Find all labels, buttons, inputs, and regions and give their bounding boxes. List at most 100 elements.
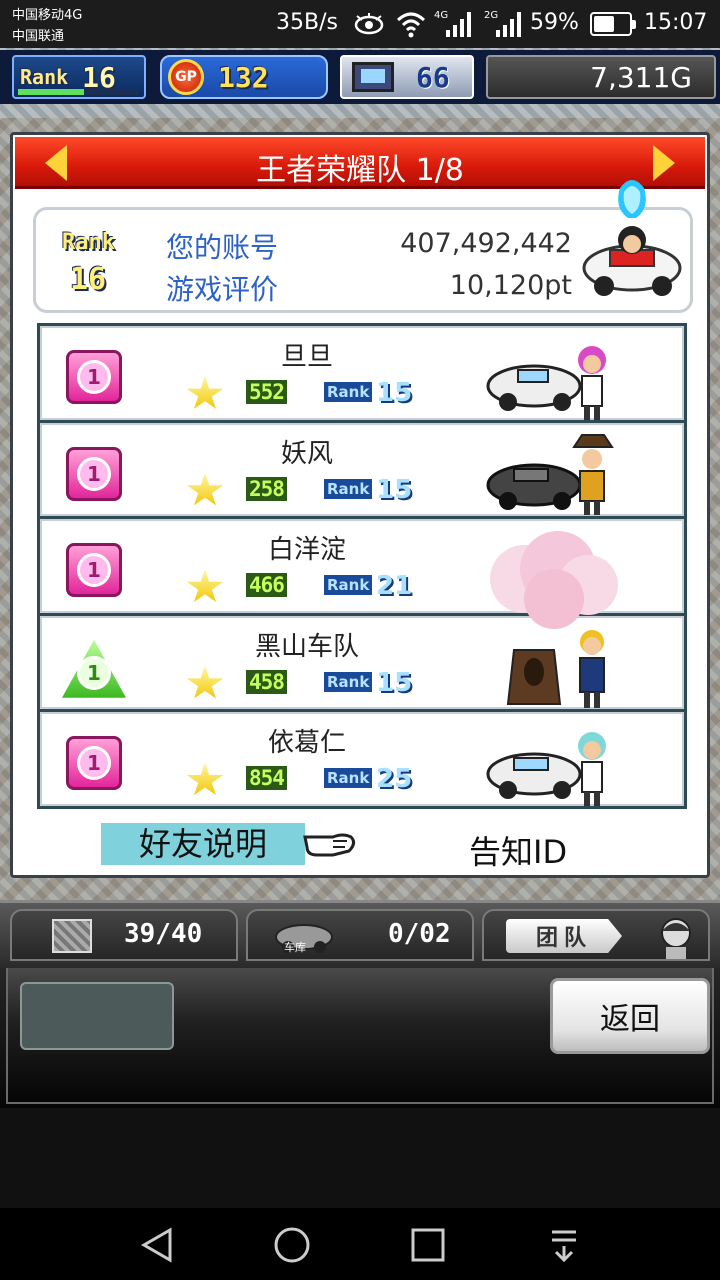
friend-help-button[interactable]: 好友说明 <box>101 823 305 865</box>
friend-rank-value: 15 <box>376 474 413 505</box>
friend-score: 466 <box>246 573 287 598</box>
friend-name: 旦旦 <box>280 342 333 372</box>
wifi-icon <box>396 12 426 38</box>
signal-4g-icon: 4G <box>434 10 471 37</box>
bottom-panel-inner: 返回 <box>6 968 714 1104</box>
garage-slot[interactable]: 车库 0/02 <box>246 909 474 961</box>
friend-rank-label: Rank <box>324 478 373 499</box>
net-speed: 35B/s <box>276 10 338 35</box>
storage-slot[interactable]: 39/40 <box>10 909 238 961</box>
back-triangle-icon[interactable] <box>138 1226 178 1264</box>
level-badge: 1 <box>62 639 126 698</box>
friend-row[interactable]: 1 妖风 258 Rank 15 <box>40 422 684 517</box>
eye-icon <box>354 13 384 35</box>
account-panel: Rank 16 您的账号 游戏评价 407,492,442 10,120pt <box>33 180 693 313</box>
friend-list: 1 旦旦 552 Rank 15 1 妖风 258 Rank 15 1 白洋淀 … <box>37 323 687 809</box>
friend-rank-label: Rank <box>324 575 373 596</box>
team-face-icon <box>661 918 691 959</box>
team-dialog: 王者荣耀队 1/8 Rank 16 您的账号 游戏评价 407,492,442 … <box>10 132 710 878</box>
friend-score: 552 <box>246 380 287 404</box>
rank-progress-fill <box>18 89 84 95</box>
level-badge-value: 1 <box>77 746 111 781</box>
battery-icon <box>590 12 636 36</box>
pointing-hand-icon <box>303 833 356 857</box>
account-rank-label: Rank <box>62 230 115 255</box>
garage-count: 0/02 <box>388 919 451 949</box>
star-icon <box>186 665 224 699</box>
notification-pulldown-icon[interactable] <box>544 1226 584 1264</box>
status-bar: 中国移动4G 中国联通 35B/s 4G 2G 59% 15:07 <box>0 0 720 48</box>
team-slot[interactable]: 团队 <box>482 909 710 961</box>
friend-rank-value: 15 <box>376 667 413 698</box>
account-id-label: 您的账号 <box>166 231 279 264</box>
computer-icon <box>352 62 394 92</box>
gp-coin-icon: GP <box>168 59 204 95</box>
garage-label: 车库 <box>284 941 306 954</box>
friend-name: 黑山车队 <box>254 631 359 662</box>
friend-rank-value: 15 <box>376 378 413 408</box>
friend-name: 妖风 <box>280 438 333 469</box>
empty-slot[interactable] <box>20 982 174 1050</box>
rank-progress-bar <box>18 89 138 95</box>
recents-square-icon[interactable] <box>408 1226 448 1264</box>
lower-hud: 39/40 车库 0/02 团队 <box>0 900 720 968</box>
level-badge-value: 1 <box>77 456 111 491</box>
friend-row[interactable]: 1 白洋淀 466 Rank 21 <box>40 519 684 630</box>
player-rank-box[interactable]: Rank 16 <box>12 55 146 99</box>
friend-rank-value: 25 <box>376 764 413 795</box>
friend-score: 258 <box>246 476 287 501</box>
star-icon <box>186 472 224 506</box>
level-badge: 1 <box>66 446 122 501</box>
friend-row[interactable]: 1 旦旦 552 Rank 15 <box>40 326 684 420</box>
next-page-arrow-icon[interactable] <box>653 145 675 181</box>
android-nav-bar <box>0 1208 720 1280</box>
storage-count: 39/40 <box>124 919 203 949</box>
friend-row[interactable]: 1 依葛仁 854 Rank 25 <box>40 712 684 807</box>
research-box[interactable]: 66 <box>340 55 474 99</box>
friend-car-portrait-icon <box>486 732 606 807</box>
gp-value: 132 <box>218 60 269 94</box>
friend-rank-label: Rank <box>324 382 373 402</box>
friend-rank-label: Rank <box>324 768 373 789</box>
star-icon <box>186 569 224 602</box>
friend-car-portrait-icon <box>486 433 614 515</box>
team-button[interactable]: 团队 <box>506 919 622 953</box>
clock: 15:07 <box>644 10 708 35</box>
account-rank-value: 16 <box>70 262 107 297</box>
back-button[interactable]: 返回 <box>550 978 710 1054</box>
gold-box: 7,311G <box>486 55 716 99</box>
svg-text:2G: 2G <box>484 10 498 21</box>
signal-2g-icon: 2G <box>484 10 521 37</box>
carrier-primary: 中国移动4G <box>12 8 83 23</box>
star-icon <box>186 376 224 409</box>
carrier-secondary: 中国联通 <box>12 29 65 44</box>
level-badge: 1 <box>66 736 122 791</box>
bottom-panel: 返回 <box>0 968 720 1108</box>
level-badge: 1 <box>66 543 122 598</box>
friend-score: 854 <box>246 766 287 791</box>
notify-id-button[interactable]: 告知ID <box>469 827 567 873</box>
research-value: 66 <box>416 60 450 94</box>
spacer <box>0 1108 720 1208</box>
friend-score: 458 <box>246 669 287 694</box>
home-circle-icon[interactable] <box>272 1226 312 1264</box>
level-badge-value: 1 <box>77 553 111 588</box>
storage-box-icon <box>52 919 92 953</box>
friend-rank-label: Rank <box>324 671 373 692</box>
account-id-value: 407,492,442 <box>400 228 572 259</box>
svg-text:4G: 4G <box>434 10 448 21</box>
gp-box[interactable]: GP 132 <box>160 55 328 99</box>
friend-name: 白洋淀 <box>267 535 346 566</box>
friend-car-portrait-icon <box>486 346 606 420</box>
cherry-tree-portrait-icon <box>490 531 618 630</box>
level-badge-value: 1 <box>77 655 111 690</box>
friend-name: 依葛仁 <box>267 728 346 759</box>
rank-label: Rank <box>20 65 69 89</box>
top-hud: Rank 16 GP 132 66 7,311G <box>0 50 720 104</box>
star-icon <box>186 762 224 796</box>
player-car-avatar-icon <box>582 180 682 296</box>
friend-rank-value: 21 <box>376 571 413 602</box>
level-badge: 1 <box>66 350 122 404</box>
level-badge-value: 1 <box>77 360 111 394</box>
rating-label: 游戏评价 <box>166 273 279 306</box>
